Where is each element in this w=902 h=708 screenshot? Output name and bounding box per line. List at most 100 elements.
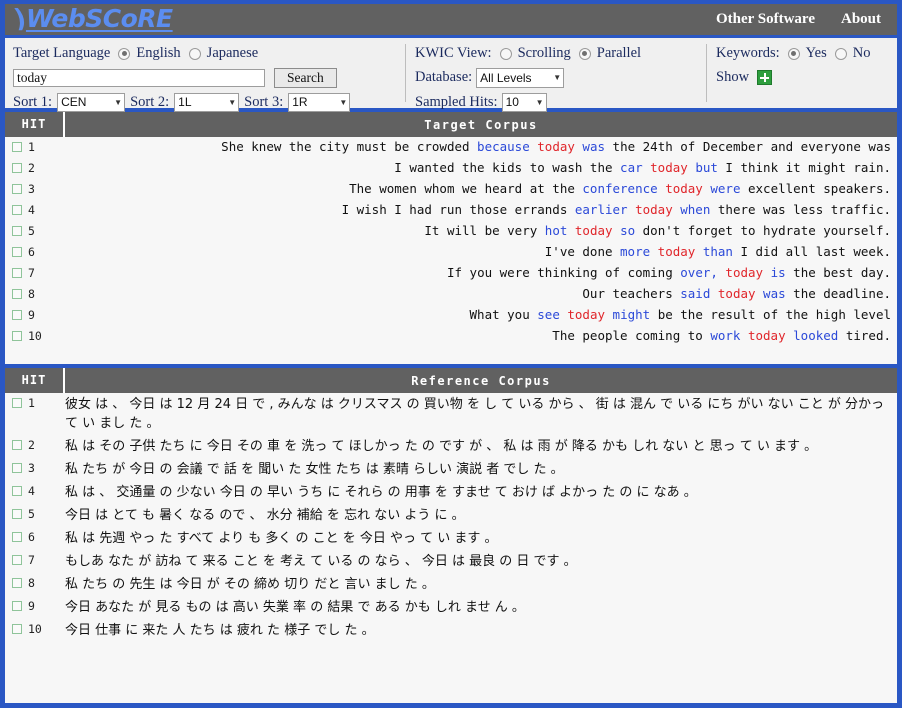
hit-cell: 1 [5, 137, 65, 154]
table-row[interactable]: 2I wanted the kids to wash the car today… [5, 158, 897, 179]
row-checkbox[interactable] [12, 398, 22, 408]
table-row[interactable]: 1She knew the city must be crowded becau… [5, 137, 897, 158]
sort1-value: CEN [61, 95, 94, 109]
table-row[interactable]: 4私 は 、 交通量 の 少ない 今日 の 早い うち に それら の 用事 を… [5, 481, 897, 504]
show-row: Show [716, 65, 897, 90]
kwic-right-context: tired. [838, 328, 891, 343]
nav-other-software[interactable]: Other Software [716, 11, 815, 28]
row-checkbox[interactable] [12, 142, 22, 152]
row-checkbox[interactable] [12, 331, 22, 341]
radio-kwic-parallel[interactable] [579, 48, 591, 60]
table-row[interactable]: 4I wish I had run those errands earlier … [5, 200, 897, 221]
row-checkbox[interactable] [12, 289, 22, 299]
hit-number: 1 [28, 140, 35, 154]
table-row[interactable]: 3私 たち が 今日 の 会議 で 話 を 聞い た 女性 たち は 素晴 らし… [5, 458, 897, 481]
row-checkbox[interactable] [12, 624, 22, 634]
reference-corpus-title: Reference Corpus [65, 374, 897, 388]
kwic-left-context: The women whom we heard at the [349, 181, 582, 196]
row-checkbox[interactable] [12, 509, 22, 519]
target-language-row: Target Language English Japanese [13, 42, 405, 65]
row-checkbox[interactable] [12, 578, 22, 588]
radio-label-scrolling[interactable]: Scrolling [518, 45, 571, 62]
kwic-right-context: I think it might rain. [718, 160, 891, 175]
reference-line: 今日 仕事 に 来た 人 たち は 疲れ た 様子 でし た 。 [65, 621, 891, 640]
kwic-view-row: KWIC View: Scrolling Parallel [415, 42, 706, 65]
table-row[interactable]: 5今日 は とて も 暑く なる ので 、 水分 補給 を 忘れ ない よう に… [5, 504, 897, 527]
table-row[interactable]: 9What you see today might be the result … [5, 305, 897, 326]
radio-language-english[interactable] [118, 48, 130, 60]
row-checkbox[interactable] [12, 486, 22, 496]
reference-cell: 今日 あなた が 見る もの は 高い 失業 率 の 結果 で ある かも しれ… [65, 596, 897, 619]
reference-cell: 今日 仕事 に 来た 人 たち は 疲れ た 様子 でし た 。 [65, 619, 897, 642]
kwic-right-collocate: was [575, 139, 605, 154]
sampled-hits-select[interactable]: 10▼ [502, 93, 547, 112]
kwic-line: The women whom we heard at the conferenc… [65, 181, 891, 196]
radio-language-japanese[interactable] [189, 48, 201, 60]
row-checkbox[interactable] [12, 310, 22, 320]
table-row[interactable]: 7もしあ なた が 訪ね て 来る こと を 考え て いる の なら 、 今日… [5, 550, 897, 573]
radio-kwic-scrolling[interactable] [500, 48, 512, 60]
hit-number: 3 [28, 461, 35, 475]
sort1-select[interactable]: CEN▼ [57, 93, 125, 112]
table-row[interactable]: 5It will be very hot today so don't forg… [5, 221, 897, 242]
table-row[interactable]: 8Our teachers said today was the deadlin… [5, 284, 897, 305]
radio-label-no[interactable]: No [853, 45, 871, 62]
concordance-cell: The people coming to work today looked t… [65, 326, 897, 345]
row-checkbox[interactable] [12, 163, 22, 173]
row-checkbox[interactable] [12, 463, 22, 473]
database-label: Database: [415, 69, 472, 86]
sort3-value: 1R [292, 95, 315, 109]
row-checkbox[interactable] [12, 226, 22, 236]
kwic-left-context: I wish I had run those errands [342, 202, 575, 217]
table-row[interactable]: 8私 たち の 先生 は 今日 が その 締め 切り だと 言い まし た 。 [5, 573, 897, 596]
table-row[interactable]: 10The people coming to work today looked… [5, 326, 897, 347]
table-row[interactable]: 7If you were thinking of coming over, to… [5, 263, 897, 284]
sort2-label: Sort 2: [130, 94, 169, 111]
sort2-select[interactable]: 1L▼ [174, 93, 239, 112]
radio-label-japanese[interactable]: Japanese [207, 45, 259, 62]
row-checkbox[interactable] [12, 440, 22, 450]
row-checkbox[interactable] [12, 247, 22, 257]
row-checkbox[interactable] [12, 205, 22, 215]
hit-cell: 2 [5, 435, 65, 452]
table-row[interactable]: 2私 は その 子供 たち に 今日 その 車 を 洗っ て ほしかっ た の … [5, 435, 897, 458]
row-checkbox[interactable] [12, 532, 22, 542]
search-button[interactable]: Search [274, 68, 337, 88]
reference-corpus-header: HIT Reference Corpus [5, 368, 897, 393]
row-checkbox[interactable] [12, 555, 22, 565]
app-logo[interactable]: (WebSCoRE [5, 6, 173, 31]
kwic-right-collocate: than [695, 244, 733, 259]
search-row: Search [13, 65, 405, 90]
target-language-label: Target Language [13, 45, 110, 62]
radio-label-yes[interactable]: Yes [806, 45, 827, 62]
hit-number: 9 [28, 599, 35, 613]
plus-square-icon[interactable] [757, 70, 772, 85]
radio-label-english[interactable]: English [136, 45, 180, 62]
kwic-line: I wanted the kids to wash the car today … [65, 160, 891, 175]
kwic-line: I wish I had run those errands earlier t… [65, 202, 891, 217]
database-select[interactable]: All Levels▼ [476, 68, 564, 88]
sort3-select[interactable]: 1R▼ [288, 93, 350, 112]
row-checkbox[interactable] [12, 184, 22, 194]
radio-keywords-yes[interactable] [788, 48, 800, 60]
row-checkbox[interactable] [12, 268, 22, 278]
row-checkbox[interactable] [12, 601, 22, 611]
concordance-cell: I wish I had run those errands earlier t… [65, 200, 897, 219]
target-corpus-panel: HIT Target Corpus 1She knew the city mus… [5, 112, 897, 364]
chevron-down-icon: ▼ [553, 73, 561, 82]
hit-cell: 7 [5, 550, 65, 567]
kwic-right-context: don't forget to hydrate yourself. [635, 223, 891, 238]
table-row[interactable]: 9 今日 あなた が 見る もの は 高い 失業 率 の 結果 で ある かも し… [5, 596, 897, 619]
radio-label-parallel[interactable]: Parallel [597, 45, 641, 62]
radio-keywords-no[interactable] [835, 48, 847, 60]
table-row[interactable]: 3The women whom we heard at the conferen… [5, 179, 897, 200]
kwic-left-collocate: see [537, 307, 567, 322]
table-row[interactable]: 6I've done more today than I did all las… [5, 242, 897, 263]
nav-about[interactable]: About [841, 11, 881, 28]
table-row[interactable]: 6私 は 先週 やっ た すべて より も 多く の こと を 今日 やっ て … [5, 527, 897, 550]
logo-text: WebSCoRE [26, 4, 173, 33]
kwic-left-collocate: conference [582, 181, 665, 196]
table-row[interactable]: 10今日 仕事 に 来た 人 たち は 疲れ た 様子 でし た 。 [5, 619, 897, 642]
table-row[interactable]: 1彼女 は 、 今日 は 12 月 24 日 で , みんな は クリスマス の… [5, 393, 897, 435]
search-input[interactable] [13, 69, 265, 87]
